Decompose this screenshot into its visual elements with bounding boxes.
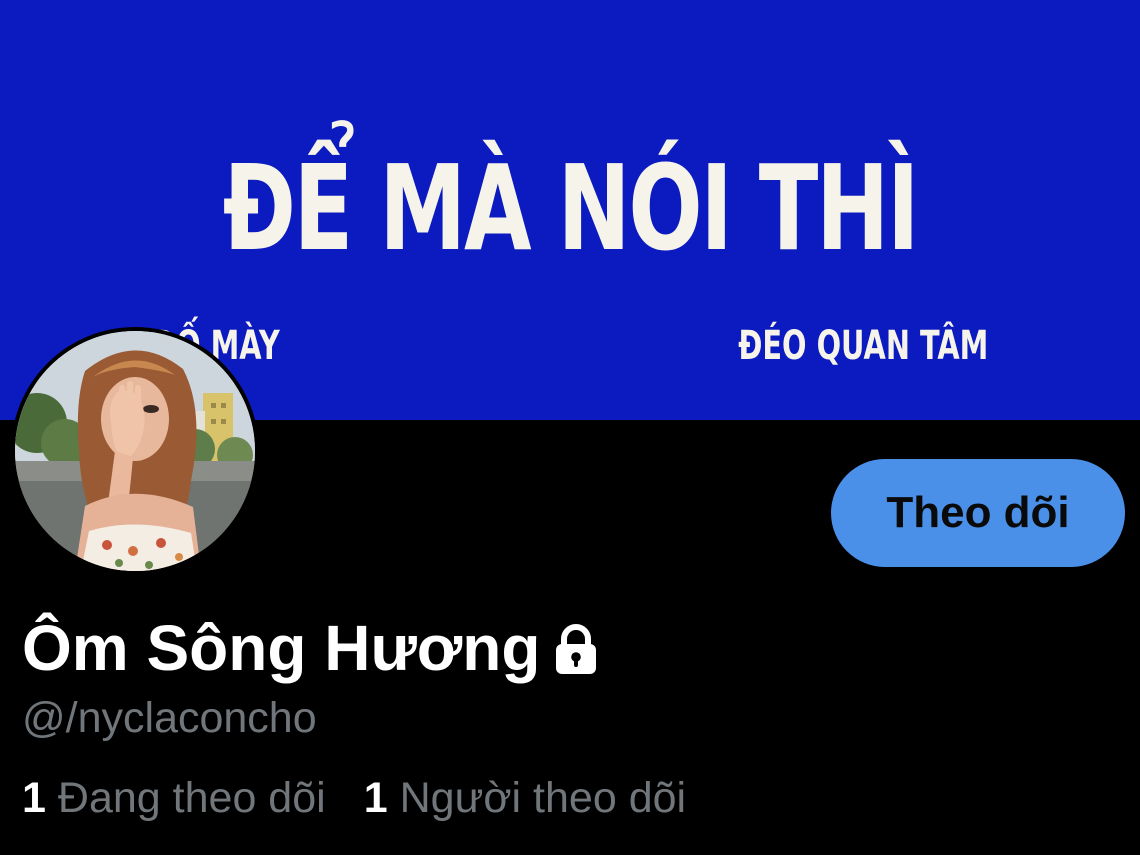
profile-page: ĐỂ MÀ NÓI THÌ ĐỐ MÀY ĐÉO QUAN TÂM bbox=[0, 0, 1140, 855]
following-count: 1 bbox=[22, 774, 46, 822]
followers-count: 1 bbox=[363, 774, 388, 822]
following-label: Đang theo dõi bbox=[57, 774, 326, 822]
display-name: Ôm Sông Hương bbox=[22, 612, 541, 684]
display-name-row: Ôm Sông Hương bbox=[22, 608, 600, 688]
following-link[interactable]: 1 Đang theo dõi bbox=[22, 772, 326, 824]
followers-link[interactable]: 1 Người theo dõi bbox=[364, 772, 686, 824]
banner-caption-right: ĐÉO QUAN TÂM bbox=[737, 323, 988, 369]
lock-icon bbox=[556, 624, 597, 674]
profile-stats: 1 Đang theo dõi 1 Người theo dõi bbox=[22, 772, 686, 824]
followers-label: Người theo dõi bbox=[399, 774, 687, 822]
follow-button[interactable]: Theo dõi bbox=[831, 459, 1125, 567]
profile-handle: @/nyclaconcho bbox=[22, 694, 317, 742]
banner-headline: ĐỂ MÀ NÓI THÌ bbox=[222, 139, 920, 277]
avatar-illustration bbox=[15, 331, 255, 571]
avatar-photo bbox=[15, 331, 255, 571]
avatar[interactable] bbox=[11, 327, 259, 575]
